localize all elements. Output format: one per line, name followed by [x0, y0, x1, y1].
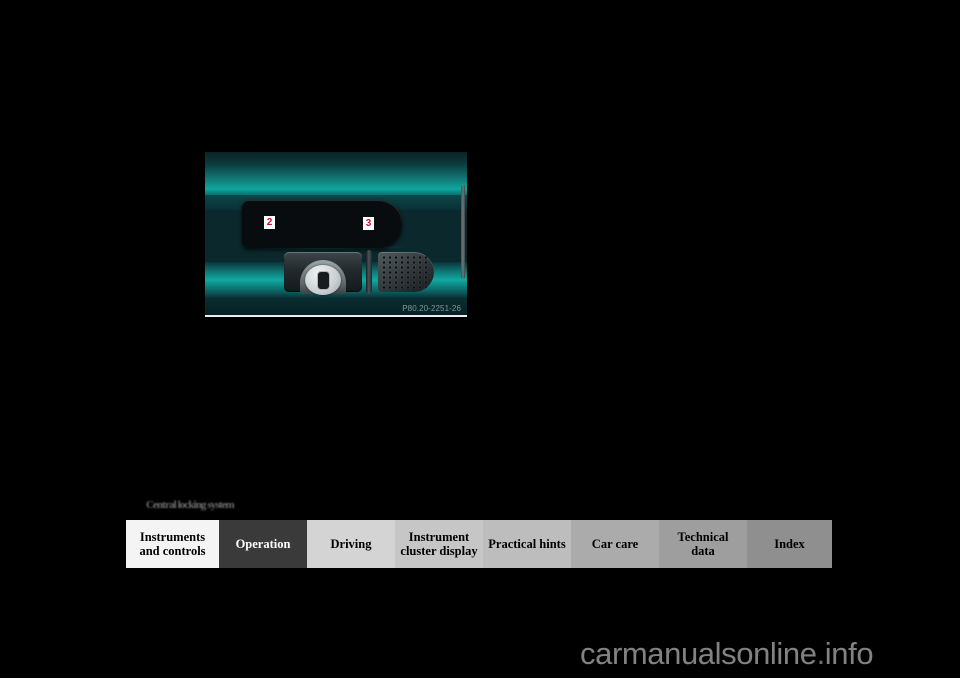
tab-label: Index [774, 537, 805, 551]
central-locking-button [284, 252, 362, 295]
watermark-name: carmanualsonline [580, 636, 817, 671]
tab-index[interactable]: Index [747, 520, 832, 568]
tab-label: Operation [235, 537, 291, 551]
tab-label-line1: Instruments [139, 530, 206, 544]
tab-instruments-and-controls[interactable]: Instruments and controls [126, 520, 219, 568]
tab-driving[interactable]: Driving [307, 520, 395, 568]
tab-car-care[interactable]: Car care [571, 520, 659, 568]
watermark-tld: info [824, 636, 874, 671]
tab-label-line1: Instrument [408, 530, 470, 544]
lock-keyhole-icon [317, 271, 330, 290]
tab-label-line1: Technical [677, 530, 729, 544]
speaker-grille [378, 252, 434, 292]
chapter-tab-bar: Instruments and controls Operation Drivi… [126, 520, 832, 568]
door-pillar-strip [461, 186, 465, 278]
tab-label: Technical data [678, 530, 729, 558]
tab-label: Practical hints [488, 537, 566, 551]
tab-technical-data[interactable]: Technical data [659, 520, 747, 568]
tab-label: Instruments and controls [139, 530, 205, 558]
tab-label: Instrument cluster display [400, 530, 477, 558]
tab-label-line2: cluster display [400, 544, 478, 558]
site-watermark: carmanualsonline.info [580, 636, 874, 672]
photo-band-upper-trim [205, 152, 467, 195]
section-heading: Central locking system [146, 499, 235, 511]
watermark-dot: . [816, 636, 826, 671]
tab-label-line2: data [691, 544, 715, 558]
tab-label: Car care [591, 537, 639, 551]
callout-marker-3: 3 [363, 217, 374, 230]
tab-operation[interactable]: Operation [219, 520, 307, 568]
grille-perforation-pattern [381, 255, 431, 289]
figure-caption: P80.20-2251-26 [402, 304, 461, 313]
tab-label: Driving [330, 537, 372, 551]
tab-practical-hints[interactable]: Practical hints [483, 520, 571, 568]
tab-instrument-cluster-display[interactable]: Instrument cluster display [395, 520, 483, 568]
callout-marker-2: 2 [264, 216, 275, 229]
tab-label-line2: and controls [139, 544, 206, 558]
figure-bottom-rule [205, 315, 467, 317]
figure-door-panel-photo: 2 3 P80.20-2251-26 [205, 152, 467, 317]
switch-divider-nub [366, 250, 372, 294]
